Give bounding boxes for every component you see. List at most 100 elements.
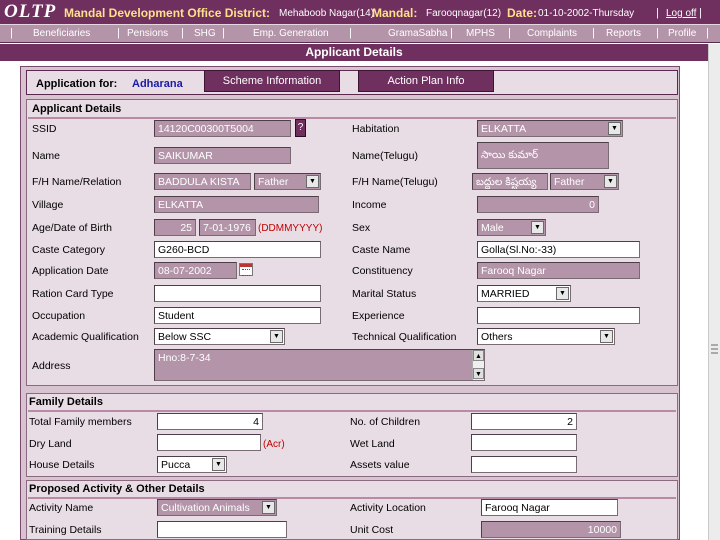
tab-action-plan-info[interactable]: Action Plan Info [358,70,494,92]
chevron-down-icon[interactable]: ▼ [262,501,275,514]
nav-separator: | [450,27,453,39]
activity-name-select[interactable]: Cultivation Animals [157,499,277,516]
assets-value-field[interactable] [471,456,577,473]
nav-separator: | [349,27,352,39]
village-field[interactable]: ELKATTA [154,196,319,213]
page-title-bar: Applicant Details [0,44,708,61]
total-family-label: Total Family members [29,416,132,428]
family-details-heading: Family Details [29,396,103,408]
chevron-down-icon[interactable]: ▼ [270,330,283,343]
chevron-down-icon[interactable]: ▼ [556,287,569,300]
tab-scheme-information[interactable]: Scheme Information [204,70,340,92]
ssid-help-button[interactable]: ? [295,119,306,137]
dob-field[interactable]: 7-01-1976 [199,219,256,236]
logoff-link[interactable]: Log off [666,8,696,19]
caste-name-label: Caste Name [352,244,411,256]
application-for-value: Adharana [132,78,183,90]
scrollbar-grip [711,344,718,346]
fh-name-telugu-field[interactable]: బద్దుల కిష్టయ్య [472,173,548,190]
ration-card-field[interactable] [154,285,321,302]
experience-field[interactable] [477,307,640,324]
chevron-down-icon[interactable]: ▼ [608,122,621,135]
wet-land-field[interactable] [471,434,577,451]
section-divider [28,410,676,412]
nav-pensions[interactable]: Pensions [127,28,168,39]
village-label: Village [32,199,64,211]
nav-separator: | [222,27,225,39]
training-details-label: Training Details [29,524,102,536]
nav-gramasabha[interactable]: GramaSabha [388,28,447,39]
nav-separator: | [181,27,184,39]
application-for-label: Application for: [36,78,118,90]
chevron-down-icon[interactable]: ▼ [306,175,319,188]
children-field[interactable]: 2 [471,413,577,430]
scrollbar-grip [711,348,718,350]
technical-qualification-select[interactable]: Others [477,328,615,345]
caste-category-field[interactable]: G260-BCD [154,241,321,258]
nav-profile[interactable]: Profile [668,28,696,39]
ssid-field[interactable]: 14120C00300T5004 [154,120,291,137]
calendar-icon[interactable] [239,263,253,276]
caste-name-field[interactable]: Golla(Sl.No:-33) [477,241,640,258]
nav-separator: | [592,27,595,39]
nav-emp-generation[interactable]: Emp. Generation [253,28,329,39]
activity-location-field[interactable]: Farooq Nagar [481,499,618,516]
main-nav: | Beneficiaries | Pensions | SHG | Emp. … [0,24,720,43]
age-field[interactable]: 25 [154,219,196,236]
nav-shg[interactable]: SHG [194,28,216,39]
application-bar [26,70,678,95]
scroll-up-icon[interactable]: ▲ [473,350,484,361]
constituency-field[interactable]: Farooq Nagar [477,262,640,279]
nav-mphs[interactable]: MPHS [466,28,495,39]
dry-land-label: Dry Land [29,438,72,450]
chevron-down-icon[interactable]: ▼ [600,330,613,343]
total-family-field[interactable]: 4 [157,413,263,430]
experience-label: Experience [352,310,405,322]
nav-separator: | [10,27,13,39]
ssid-label: SSID [32,123,57,135]
unit-cost-field[interactable]: 10000 [481,521,621,538]
occupation-label: Occupation [32,310,86,322]
dob-format-hint: (DDMMYYYY) [258,223,323,234]
nav-separator: | [508,27,511,39]
nav-separator: | [706,27,709,39]
fh-name-telugu-label: F/H Name(Telugu) [352,176,438,188]
name-field[interactable]: SAIKUMAR [154,147,291,164]
academic-qualification-select[interactable]: Below SSC [154,328,285,345]
occupation-field[interactable]: Student [154,307,321,324]
ration-card-label: Ration Card Type [32,288,114,300]
app-header: OLTP Mandal Development Office District:… [0,0,720,24]
application-date-field[interactable]: 08-07-2002 [154,262,237,279]
chevron-down-icon[interactable]: ▼ [604,175,617,188]
assets-value-label: Assets value [350,459,410,471]
address-scrollbar[interactable]: ▲ ▼ [472,350,484,380]
office-title: Mandal Development Office District: [64,6,271,20]
training-details-field[interactable] [157,521,287,538]
header-divider: | [699,7,702,19]
chevron-down-icon[interactable]: ▼ [531,221,544,234]
proposed-activity-heading: Proposed Activity & Other Details [29,483,205,495]
fh-name-field[interactable]: BADDULA KISTA [154,173,251,190]
chevron-down-icon[interactable]: ▼ [212,458,225,471]
nav-beneficiaries[interactable]: Beneficiaries [33,28,90,39]
income-field[interactable]: 0 [477,196,599,213]
page-scrollbar[interactable] [708,44,720,540]
wet-land-label: Wet Land [350,438,395,450]
district-value: Mehaboob Nagar(14) [279,8,375,19]
activity-location-label: Activity Location [350,502,426,514]
applicant-details-heading: Applicant Details [32,103,122,115]
academic-qualification-label: Academic Qualification [32,331,139,343]
address-textarea[interactable]: Hno:8-7-34 [154,349,485,381]
marital-status-label: Marital Status [352,288,417,300]
scroll-down-icon[interactable]: ▼ [473,368,484,379]
nav-reports[interactable]: Reports [606,28,641,39]
name-telugu-field[interactable]: సాయి కుమార్ [477,142,609,169]
habitation-select[interactable]: ELKATTA [477,120,623,137]
income-label: Income [352,199,387,211]
mandal-value: Farooqnagar(12) [426,8,502,19]
nav-complaints[interactable]: Complaints [527,28,577,39]
section-divider [28,117,676,119]
date-value: 01-10-2002-Thursday [538,8,635,19]
dry-land-field[interactable] [157,434,261,451]
dry-land-unit: (Acr) [263,439,285,450]
